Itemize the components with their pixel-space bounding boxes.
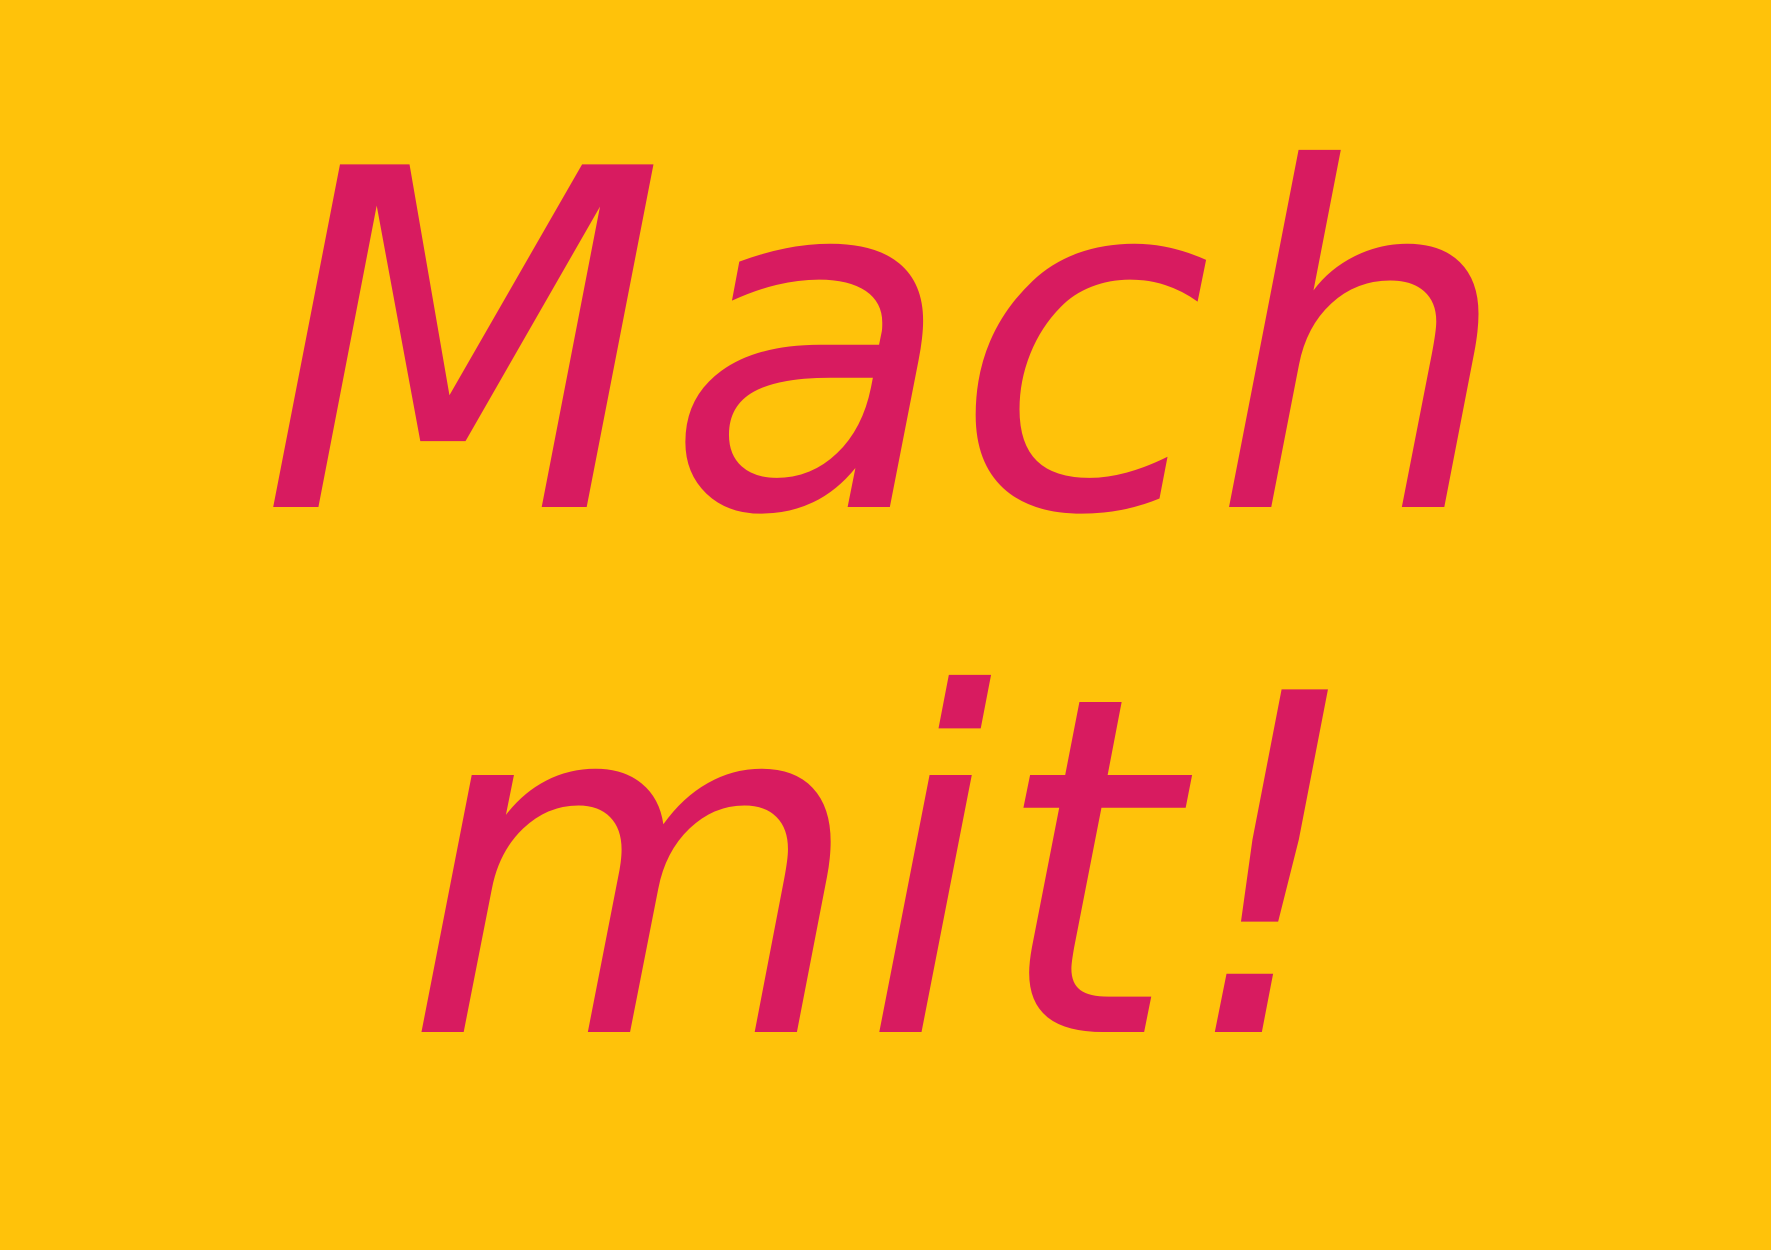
headline-line-2: mit! <box>404 596 1367 1143</box>
poster: Mach mit! <box>0 0 1771 1250</box>
headline-line-1: Mach <box>260 71 1511 618</box>
